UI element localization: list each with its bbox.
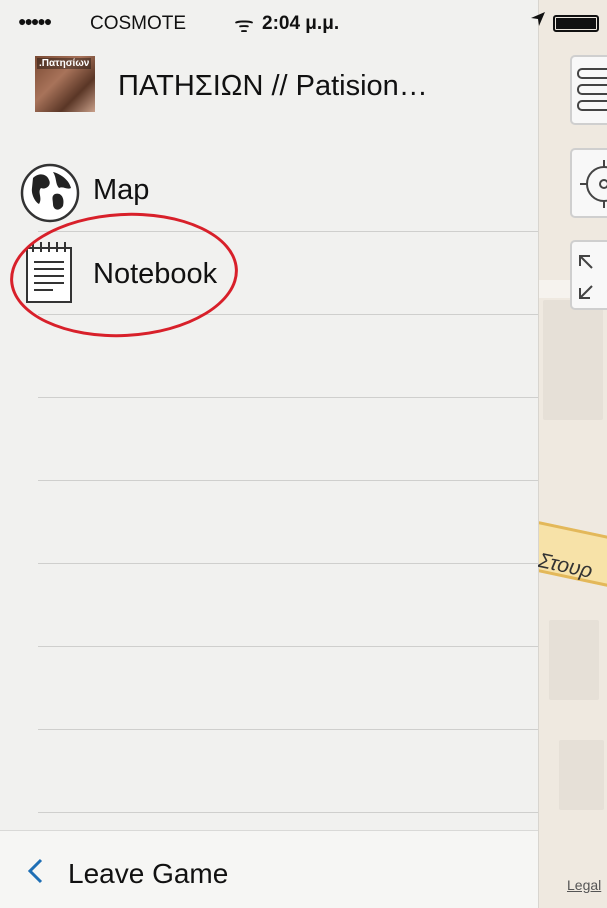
wifi-icon: ᯤ <box>234 12 255 37</box>
layers-icon <box>577 68 607 111</box>
expand-icon <box>579 255 593 299</box>
side-drawer: .Πατησίων ΠΑΤΗΣΙΩΝ // Patision… Map Note… <box>0 0 538 908</box>
menu-divider <box>38 646 538 647</box>
globe-icon <box>20 163 80 223</box>
map-building <box>549 620 599 700</box>
map-view[interactable] <box>538 0 607 908</box>
map-building <box>559 740 604 810</box>
menu-divider <box>38 397 538 398</box>
carrier-name: COSMOTE <box>90 13 187 34</box>
menu-divider <box>38 812 538 813</box>
leave-game-label: Leave Game <box>68 858 229 889</box>
signal-strength-icon: ●●●●● <box>18 13 52 29</box>
crosshair-icon <box>580 160 607 208</box>
thumbnail-caption: .Πατησίων <box>37 58 92 69</box>
game-title: ΠΑΤΗΣΙΩΝ // Patision… <box>118 70 428 102</box>
battery-icon <box>553 15 599 32</box>
menu-divider <box>38 563 538 564</box>
map-fullscreen-button[interactable] <box>570 240 607 310</box>
map-locate-button[interactable] <box>570 148 607 218</box>
chevron-left-icon <box>27 858 43 884</box>
status-bar: ●●●●● COSMOTE ᯤ 2:04 μ.μ. <box>0 0 607 40</box>
map-layers-button[interactable] <box>570 55 607 125</box>
location-arrow-icon <box>531 12 545 26</box>
menu-item-label: Map <box>93 174 150 206</box>
leave-game-button[interactable]: Leave Game <box>0 830 538 908</box>
menu-divider <box>38 729 538 730</box>
menu-divider <box>38 480 538 481</box>
map-building <box>543 300 603 420</box>
status-time: 2:04 μ.μ. <box>262 13 340 34</box>
game-thumbnail: .Πατησίων <box>35 56 95 112</box>
legal-link[interactable]: Legal <box>567 877 601 893</box>
